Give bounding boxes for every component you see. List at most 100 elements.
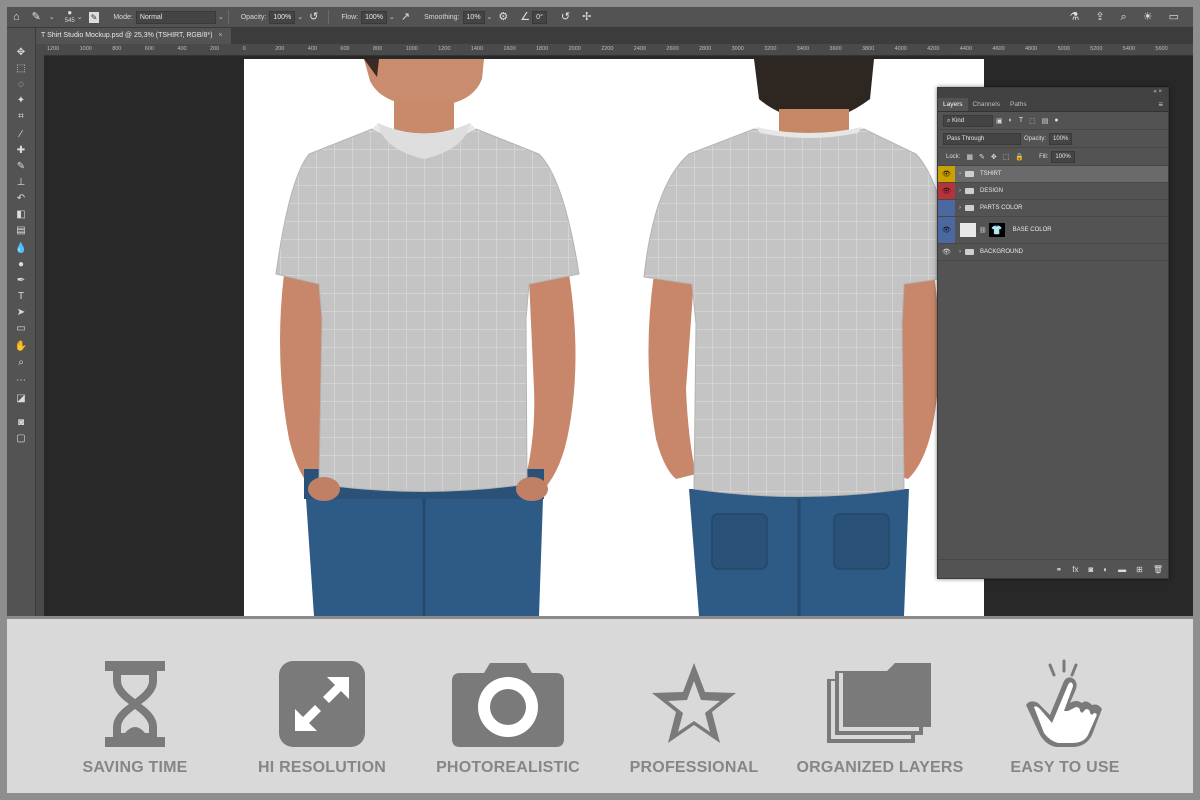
new-group-icon[interactable]: ▬ xyxy=(1118,565,1126,574)
magic-wand-tool-icon[interactable]: ✦ xyxy=(7,94,35,108)
healing-tool-icon[interactable]: ✚ xyxy=(7,144,35,158)
brush-tool-icon[interactable]: ✎ xyxy=(7,160,35,174)
filter-smart-object-icon[interactable]: ▤ xyxy=(1042,117,1049,125)
smoothing-input[interactable]: 10% xyxy=(462,10,485,24)
visibility-eye-icon[interactable]: 👁 xyxy=(938,183,955,199)
lock-transparent-icon[interactable]: ▦ xyxy=(966,153,973,161)
crop-tool-icon[interactable]: ⌗ xyxy=(7,110,35,124)
history-brush-tool-icon[interactable]: ↶ xyxy=(7,192,35,206)
share-icon[interactable]: ⇪ xyxy=(1095,7,1104,27)
search-icon[interactable]: ⌕ xyxy=(1121,7,1127,27)
horizontal-ruler[interactable]: 1200 1000 800 600 400 200 0 200 400 600 800 1000 120… xyxy=(35,44,1193,56)
airbrush-icon[interactable]: ↗ xyxy=(401,7,410,27)
filter-pixel-icon[interactable]: ▣ xyxy=(996,117,1003,125)
brush-settings-icon[interactable]: ✎ xyxy=(88,11,100,23)
eraser-tool-icon[interactable]: ◧ xyxy=(7,208,35,222)
lock-artboard-icon[interactable]: ⬚ xyxy=(1003,153,1010,161)
panel-menu-icon[interactable]: ≡ xyxy=(1158,98,1163,111)
screen-mode-icon[interactable]: ▢ xyxy=(7,432,35,446)
blend-mode-select[interactable]: Pass Through xyxy=(943,132,1021,145)
layer-row-tshirt[interactable]: 👁 › TSHIRT xyxy=(938,166,1168,183)
mode-select[interactable]: Normal xyxy=(135,10,216,24)
brush-preset-dropdown[interactable]: ⌄ xyxy=(49,13,55,21)
delete-layer-icon[interactable]: 🗑 xyxy=(1153,565,1163,574)
layer-row-base-color[interactable]: 👁 ⛓ 👕 BASE COLOR xyxy=(938,217,1168,244)
document-canvas[interactable] xyxy=(244,59,984,616)
gear-icon[interactable]: ⚙ xyxy=(498,7,508,27)
eyedropper-tool-icon[interactable]: ⁄ xyxy=(7,128,35,142)
type-tool-icon[interactable]: T xyxy=(7,290,35,304)
close-icon[interactable]: × xyxy=(218,32,222,39)
dodge-tool-icon[interactable]: ● xyxy=(7,258,35,272)
pen-tool-icon[interactable]: ✒ xyxy=(7,274,35,288)
brush-tool-icon[interactable]: ✎ xyxy=(32,7,41,27)
expand-arrow-icon[interactable]: › xyxy=(955,249,965,255)
link-layers-icon[interactable]: ⚭ xyxy=(1056,565,1063,574)
tab-channels[interactable]: Channels xyxy=(968,98,1005,111)
new-layer-icon[interactable]: ⊞ xyxy=(1136,565,1143,574)
tab-layers[interactable]: Layers xyxy=(938,98,968,111)
brightness-icon[interactable]: ☀ xyxy=(1143,7,1153,27)
filter-toggle-icon[interactable]: ● xyxy=(1054,117,1058,124)
layer-row-design[interactable]: 👁 › DESIGN xyxy=(938,183,1168,200)
shape-tool-icon[interactable]: ▭ xyxy=(7,322,35,336)
filter-adjustment-icon[interactable]: ◐ xyxy=(1009,117,1013,124)
fx-icon[interactable]: fx xyxy=(1072,565,1078,574)
add-mask-icon[interactable]: ◙ xyxy=(1088,565,1093,574)
visibility-eye-icon[interactable] xyxy=(938,200,955,216)
ruler-tick-label: 4800 xyxy=(1025,46,1038,52)
separator xyxy=(227,10,229,24)
filter-shape-icon[interactable]: ⬚ xyxy=(1029,117,1036,125)
layer-mask-thumbnail[interactable]: 👕 xyxy=(988,223,1005,237)
visibility-eye-icon[interactable]: 👁 xyxy=(938,217,955,243)
document-tab[interactable]: T Shirt Studio Mockup.psd @ 25,3% (TSHIR… xyxy=(35,28,231,44)
expand-arrow-icon[interactable]: › xyxy=(955,171,965,177)
more-tools-icon[interactable]: ⋯ xyxy=(7,374,35,388)
path-selection-tool-icon[interactable]: ➤ xyxy=(7,306,35,320)
layer-row-background[interactable]: 👁 › BACKGROUND xyxy=(938,244,1168,261)
smoothing-dropdown-icon[interactable]: ⌄ xyxy=(487,13,493,21)
visibility-eye-icon[interactable]: 👁 xyxy=(938,244,955,260)
flask-icon[interactable]: ⚗ xyxy=(1069,7,1079,27)
tab-paths[interactable]: Paths xyxy=(1005,98,1032,111)
filter-type-icon[interactable]: T xyxy=(1019,117,1023,124)
expand-arrow-icon[interactable]: › xyxy=(955,188,965,194)
move-tool-icon[interactable]: ✥ xyxy=(7,46,35,60)
fill-input[interactable]: 100% xyxy=(1051,150,1075,163)
blur-tool-icon[interactable]: 💧 xyxy=(7,242,35,256)
lasso-tool-icon[interactable]: ◌ xyxy=(7,78,35,92)
marquee-tool-icon[interactable]: ⬚ xyxy=(7,62,35,76)
visibility-eye-icon[interactable]: 👁 xyxy=(938,166,955,182)
vertical-ruler[interactable] xyxy=(35,55,44,616)
expand-arrow-icon[interactable]: › xyxy=(955,205,965,211)
gradient-tool-icon[interactable]: ▤ xyxy=(7,224,35,238)
quick-mask-icon[interactable]: ◙ xyxy=(7,416,35,430)
mode-dropdown-icon[interactable]: ⌄ xyxy=(218,13,224,21)
color-swatches-icon[interactable]: ◪ xyxy=(7,392,35,406)
flow-dropdown-icon[interactable]: ⌄ xyxy=(389,13,395,21)
lock-position-icon[interactable]: ✥ xyxy=(991,153,997,161)
brush-size-dropdown[interactable]: ⌄ xyxy=(77,13,83,21)
adjustment-layer-icon[interactable]: ◐ xyxy=(1103,565,1108,574)
clone-stamp-tool-icon[interactable]: ⊥ xyxy=(7,176,35,190)
home-icon[interactable]: ⌂ xyxy=(13,7,20,27)
hand-tool-icon[interactable]: ✋ xyxy=(7,340,35,354)
lock-pixels-icon[interactable]: ✎ xyxy=(979,153,985,161)
brush-size-preview[interactable]: ● 545 xyxy=(65,9,75,25)
feature-label: PROFESSIONAL xyxy=(629,759,759,776)
feature-label: HI RESOLUTION xyxy=(258,759,386,776)
layer-opacity-input[interactable]: 100% xyxy=(1049,132,1073,145)
opacity-dropdown-icon[interactable]: ⌄ xyxy=(297,13,303,21)
symmetry-icon[interactable]: ✢ xyxy=(582,7,591,27)
pressure-size-icon[interactable]: ↺ xyxy=(561,7,570,27)
pressure-opacity-icon[interactable]: ↺ xyxy=(309,7,318,27)
workspace-icon[interactable]: ▭ xyxy=(1169,7,1179,27)
flow-input[interactable]: 100% xyxy=(361,10,388,24)
panel-collapse-bar[interactable]: « × xyxy=(938,88,1168,97)
angle-input[interactable]: 0° xyxy=(532,10,547,24)
lock-all-icon[interactable]: 🔒 xyxy=(1015,153,1024,161)
filter-kind-select[interactable]: ⌕ Kind xyxy=(943,114,993,127)
zoom-tool-icon[interactable]: ⌕ xyxy=(7,356,35,370)
opacity-input[interactable]: 100% xyxy=(269,10,296,24)
layer-row-parts-color[interactable]: › PARTS COLOR xyxy=(938,200,1168,217)
